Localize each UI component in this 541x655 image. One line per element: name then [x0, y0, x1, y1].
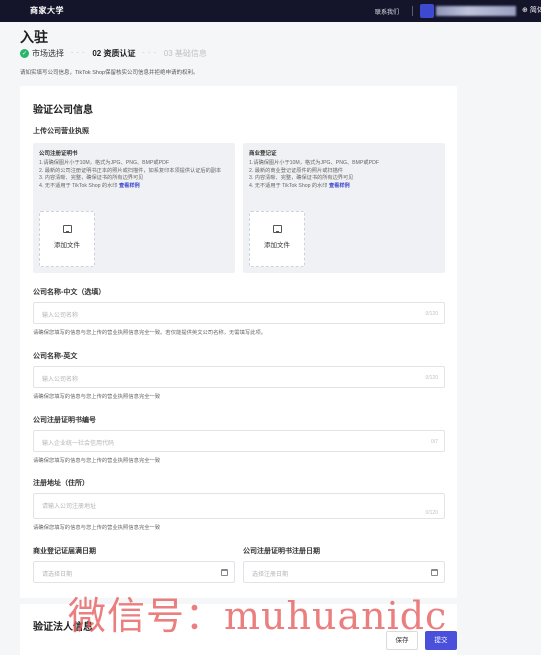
contact-us-link[interactable]: 联系我们: [375, 7, 399, 16]
field-hint: 请确保您填写的信息与您上传的营业执照信息完全一致: [33, 458, 161, 464]
step-qualification: 02 资质认证: [92, 48, 136, 58]
intro-text: 请如实填写公司信息，TikTok Shop保留核实公司信息并拒绝申请的权利。: [20, 70, 199, 76]
divider: [412, 6, 413, 16]
field-hint: 请确保您填写的信息与您上传的营业执照信息完全一致: [33, 394, 161, 400]
view-example-link[interactable]: 查看样例: [119, 183, 140, 189]
add-file-button[interactable]: 添加文件: [249, 211, 305, 267]
upload-heading: 上传公司营业执照: [33, 128, 89, 135]
company-name-cn-label: 公司名称-中文（选填）: [33, 289, 106, 296]
placeholder: 选择注册日期: [252, 572, 289, 578]
page-title: 入驻: [20, 29, 48, 45]
requirement-line: 1.请确保图片小于10M，格式为JPG、PNG、BMP或PDF: [39, 160, 169, 166]
registration-number-label: 公司注册证明书编号: [33, 417, 96, 424]
upload-requirements: 1.请确保图片小于10M，格式为JPG、PNG、BMP或PDF 2. 最新的公司…: [39, 160, 229, 190]
requirement-text: 4. 无不适用于 TikTok Shop 的水印: [39, 182, 118, 189]
language-label: 简体: [529, 7, 541, 14]
requirement-line: 4. 无不适用于 TikTok Shop 的水印 查看样例: [39, 183, 229, 191]
char-counter: 0/120: [425, 311, 438, 317]
char-counter: 0/7: [431, 439, 438, 445]
placeholder: 输入公司名称: [42, 377, 79, 383]
upload-box-title: 公司注册证明书: [39, 151, 78, 157]
upload-business-registration: 商业登记证 1.请确保图片小于10M，格式为JPG、PNG、BMP或PDF 2.…: [243, 143, 445, 273]
add-file-button[interactable]: 添加文件: [39, 211, 95, 267]
add-file-label: 添加文件: [54, 242, 80, 249]
company-name-cn-input[interactable]: 输入公司名称 0/120: [33, 302, 445, 324]
company-name-en-input[interactable]: 输入公司名称 0/120: [33, 366, 445, 388]
image-icon: [62, 225, 72, 233]
requirement-text: 4. 无不适用于 TikTok Shop 的水印: [249, 182, 328, 189]
view-example-link[interactable]: 查看样例: [329, 183, 350, 189]
placeholder: 输入公司名称: [42, 313, 79, 319]
registration-date-picker[interactable]: 选择注册日期: [243, 561, 445, 583]
account-avatar[interactable]: [420, 4, 434, 18]
registration-number-input[interactable]: 输入企业统一社会信用代码 0/7: [33, 430, 445, 452]
requirement-line: 3. 内容清晰、完整，确保证书的所有边界可见: [39, 175, 144, 182]
step-progress: ✓ 市场选择 - - - 02 资质认证 - - - 03 基础信息: [20, 47, 207, 59]
section-title: 验证公司信息: [33, 105, 93, 116]
step-connector: - - -: [142, 50, 157, 56]
br-expiry-label: 商业登记证届满日期: [33, 548, 96, 555]
step-connector: - - -: [71, 50, 86, 56]
calendar-icon: [431, 569, 438, 576]
watermark-text: 微信号：muhuanidc: [68, 594, 448, 638]
upload-incorporation-certificate: 公司注册证明书 1.请确保图片小于10M，格式为JPG、PNG、BMP或PDF …: [33, 143, 235, 273]
add-file-label: 添加文件: [264, 242, 290, 249]
field-hint: 请确保您填写的信息与您上传的营业执照信息完全一致。若仅能提供英文公司名称，无需填…: [33, 330, 267, 336]
registration-date-label: 公司注册证明书注册日期: [243, 548, 320, 555]
registered-address-label: 注册地址（住所）: [33, 480, 89, 487]
company-name-en-label: 公司名称-英文: [33, 353, 78, 360]
br-expiry-date-picker[interactable]: 请选择日期: [33, 561, 235, 583]
requirement-line: 4. 无不适用于 TikTok Shop 的水印 查看样例: [249, 183, 439, 191]
requirement-line: 1.请确保图片小于10M，格式为JPG、PNG、BMP或PDF: [249, 160, 379, 166]
upload-box-title: 商业登记证: [249, 151, 277, 157]
check-circle-icon: ✓: [20, 48, 29, 58]
company-verification-card: 验证公司信息 上传公司营业执照 公司注册证明书 1.请确保图片小于10M，格式为…: [20, 86, 457, 598]
upload-requirements: 1.请确保图片小于10M，格式为JPG、PNG、BMP或PDF 2. 最新的商业…: [249, 160, 439, 190]
char-counter: 0/120: [425, 510, 438, 516]
globe-icon: ⊕: [522, 7, 528, 14]
account-name-redacted[interactable]: [436, 6, 516, 16]
placeholder: 请输入公司注册地址: [42, 504, 97, 510]
registered-address-input[interactable]: 请输入公司注册地址 0/120: [33, 493, 445, 519]
brand-logo[interactable]: 商家大学: [30, 5, 64, 16]
step-basic-info: 03 基础信息: [163, 48, 207, 58]
requirement-line: 3. 内容清晰、完整，确保证书的所有边界可见: [249, 175, 354, 182]
image-icon: [272, 225, 282, 233]
placeholder: 输入企业统一社会信用代码: [42, 441, 115, 447]
placeholder: 请选择日期: [42, 572, 73, 578]
top-navigation-bar: 商家大学 联系我们 ⊕ 简体: [0, 0, 541, 22]
step-market-selection[interactable]: 市场选择: [32, 48, 64, 59]
language-switcher[interactable]: ⊕ 简体: [522, 5, 541, 15]
calendar-icon: [221, 569, 228, 576]
char-counter: 0/120: [425, 375, 438, 381]
field-hint: 请确保您填写的信息与您上传的营业执照信息完全一致: [33, 525, 161, 531]
